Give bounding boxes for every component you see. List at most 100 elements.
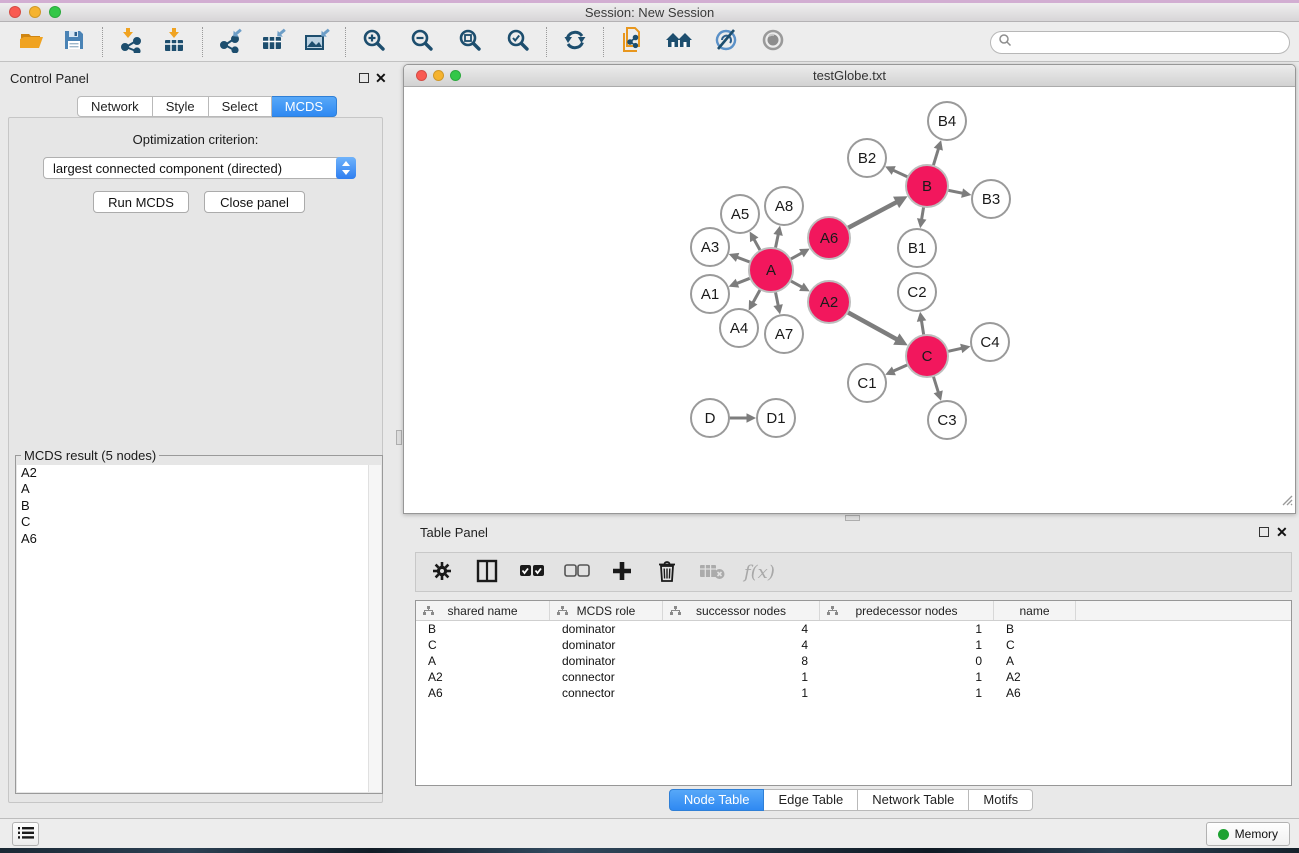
vertical-splitter-handle[interactable] xyxy=(396,430,402,445)
graph-node-A5[interactable]: A5 xyxy=(721,195,759,233)
column-header-mcds-role[interactable]: MCDS role xyxy=(550,601,663,620)
network-window-titlebar[interactable]: testGlobe.txt xyxy=(404,65,1295,87)
graph-node-B1[interactable]: B1 xyxy=(898,229,936,267)
delete-column-button[interactable] xyxy=(654,559,680,585)
table-tab-motifs[interactable]: Motifs xyxy=(969,789,1033,811)
graph-edge-A-A4[interactable] xyxy=(753,288,761,303)
export-image-button[interactable] xyxy=(302,27,332,57)
zoom-in-button[interactable] xyxy=(359,27,389,57)
tab-network[interactable]: Network xyxy=(77,96,153,117)
refresh-button[interactable] xyxy=(560,27,590,57)
graph-edge-A2-C[interactable] xyxy=(847,312,898,340)
mcds-result-item[interactable]: A2 xyxy=(17,465,381,481)
graph-edge-C-C4[interactable] xyxy=(947,348,963,351)
graph-node-B3[interactable]: B3 xyxy=(972,180,1010,218)
graph-edge-A-A3[interactable] xyxy=(737,257,752,263)
graph-node-A7[interactable]: A7 xyxy=(765,315,803,353)
graph-node-C[interactable]: C xyxy=(906,335,948,377)
table-row[interactable]: A6connector11A6 xyxy=(416,685,1291,701)
resize-grip-icon[interactable] xyxy=(1281,493,1293,511)
control-panel-close-icon[interactable]: ✕ xyxy=(375,73,387,83)
show-graphics-button[interactable] xyxy=(758,27,788,57)
graph-node-B2[interactable]: B2 xyxy=(848,139,886,177)
graph-edge-B-B2[interactable] xyxy=(893,170,909,177)
graph-node-A8[interactable]: A8 xyxy=(765,187,803,225)
graph-node-A6[interactable]: A6 xyxy=(808,217,850,259)
graph-edge-A6-B[interactable] xyxy=(847,202,897,229)
table-tab-network-table[interactable]: Network Table xyxy=(858,789,969,811)
function-builder-label[interactable]: f(x) xyxy=(744,562,775,583)
graph-edge-B-B1[interactable] xyxy=(922,206,924,220)
graph-node-A4[interactable]: A4 xyxy=(720,309,758,347)
graph-edge-C-C1[interactable] xyxy=(893,364,909,371)
table-settings-button[interactable] xyxy=(429,559,455,585)
task-history-button[interactable] xyxy=(12,822,39,846)
hide-vizmap-button[interactable] xyxy=(711,27,741,57)
column-header-name[interactable]: name xyxy=(994,601,1076,620)
graph-edge-A-A6[interactable] xyxy=(789,253,802,260)
table-panel-close-icon[interactable]: ✕ xyxy=(1276,527,1288,537)
memory-button[interactable]: Memory xyxy=(1206,822,1290,846)
graph-edge-B-B4[interactable] xyxy=(933,148,939,167)
export-table-button[interactable] xyxy=(259,27,289,57)
search-field[interactable] xyxy=(990,31,1290,54)
table-row[interactable]: Adominator80A xyxy=(416,653,1291,669)
mcds-result-item[interactable]: A xyxy=(17,481,381,497)
select-all-button[interactable] xyxy=(519,559,545,585)
zoom-out-button[interactable] xyxy=(407,27,437,57)
table-row[interactable]: Bdominator41B xyxy=(416,621,1291,637)
mcds-result-item[interactable]: C xyxy=(17,514,381,530)
run-mcds-button[interactable]: Run MCDS xyxy=(93,191,189,213)
graph-node-A2[interactable]: A2 xyxy=(808,281,850,323)
save-session-button[interactable] xyxy=(59,27,89,57)
result-scrollbar[interactable] xyxy=(368,465,381,792)
tab-select[interactable]: Select xyxy=(209,96,272,117)
graph-edge-A-A8[interactable] xyxy=(775,234,778,249)
search-input[interactable] xyxy=(1012,35,1289,51)
graph-node-D1[interactable]: D1 xyxy=(757,399,795,437)
open-file-button[interactable] xyxy=(16,27,46,57)
network-canvas[interactable]: A A2 A6 B C A1 A3 A4 A5 A7 A8 B1 B2 B3 B4 C1 C2 C3 C4 D D1 xyxy=(404,88,1295,513)
graph-node-B[interactable]: B xyxy=(906,165,948,207)
graph-node-B4[interactable]: B4 xyxy=(928,102,966,140)
mcds-result-item[interactable]: A6 xyxy=(17,531,381,547)
mcds-result-item[interactable]: B xyxy=(17,498,381,514)
table-row[interactable]: Cdominator41C xyxy=(416,637,1291,653)
mcds-result-list[interactable]: A2ABCA6 xyxy=(17,465,381,792)
table-panel-float-icon[interactable] xyxy=(1259,527,1269,537)
delete-table-button[interactable] xyxy=(699,559,725,585)
graph-node-A[interactable]: A xyxy=(749,248,793,292)
table-tab-edge-table[interactable]: Edge Table xyxy=(764,789,858,811)
graph-node-C3[interactable]: C3 xyxy=(928,401,966,439)
graph-node-A3[interactable]: A3 xyxy=(691,228,729,266)
node-table[interactable]: shared nameMCDS rolesuccessor nodesprede… xyxy=(415,600,1292,786)
graph-node-D[interactable]: D xyxy=(691,399,729,437)
column-header-shared-name[interactable]: shared name xyxy=(416,601,550,620)
add-column-button[interactable] xyxy=(609,559,635,585)
show-column-button[interactable] xyxy=(474,559,500,585)
tab-style[interactable]: Style xyxy=(153,96,209,117)
graph-node-C4[interactable]: C4 xyxy=(971,323,1009,361)
export-network-button[interactable] xyxy=(216,27,246,57)
graph-node-C2[interactable]: C2 xyxy=(898,273,936,311)
clone-network-button[interactable] xyxy=(617,27,647,57)
home-button[interactable] xyxy=(664,27,694,57)
graph-edge-C-C2[interactable] xyxy=(921,320,924,336)
close-panel-button[interactable]: Close panel xyxy=(204,191,305,213)
zoom-selected-button[interactable] xyxy=(503,27,533,57)
graph-edge-C-C3[interactable] xyxy=(933,375,939,393)
graph-edge-A-A1[interactable] xyxy=(737,278,752,284)
graph-node-A1[interactable]: A1 xyxy=(691,275,729,313)
table-tab-node-table[interactable]: Node Table xyxy=(669,789,765,811)
zoom-fit-button[interactable] xyxy=(455,27,485,57)
optimization-criterion-select[interactable]: largest connected component (directed) xyxy=(43,157,356,179)
graph-edge-A-A2[interactable] xyxy=(789,280,802,287)
import-table-button[interactable] xyxy=(159,27,189,57)
graph-edge-B-B3[interactable] xyxy=(947,190,963,193)
column-header-successor-nodes[interactable]: successor nodes xyxy=(663,601,820,620)
control-panel-float-icon[interactable] xyxy=(359,73,369,83)
graph-edge-A-A5[interactable] xyxy=(754,239,761,252)
table-row[interactable]: A2connector11A2 xyxy=(416,669,1291,685)
graph-node-C1[interactable]: C1 xyxy=(848,364,886,402)
graph-edge-A-A7[interactable] xyxy=(775,291,778,306)
